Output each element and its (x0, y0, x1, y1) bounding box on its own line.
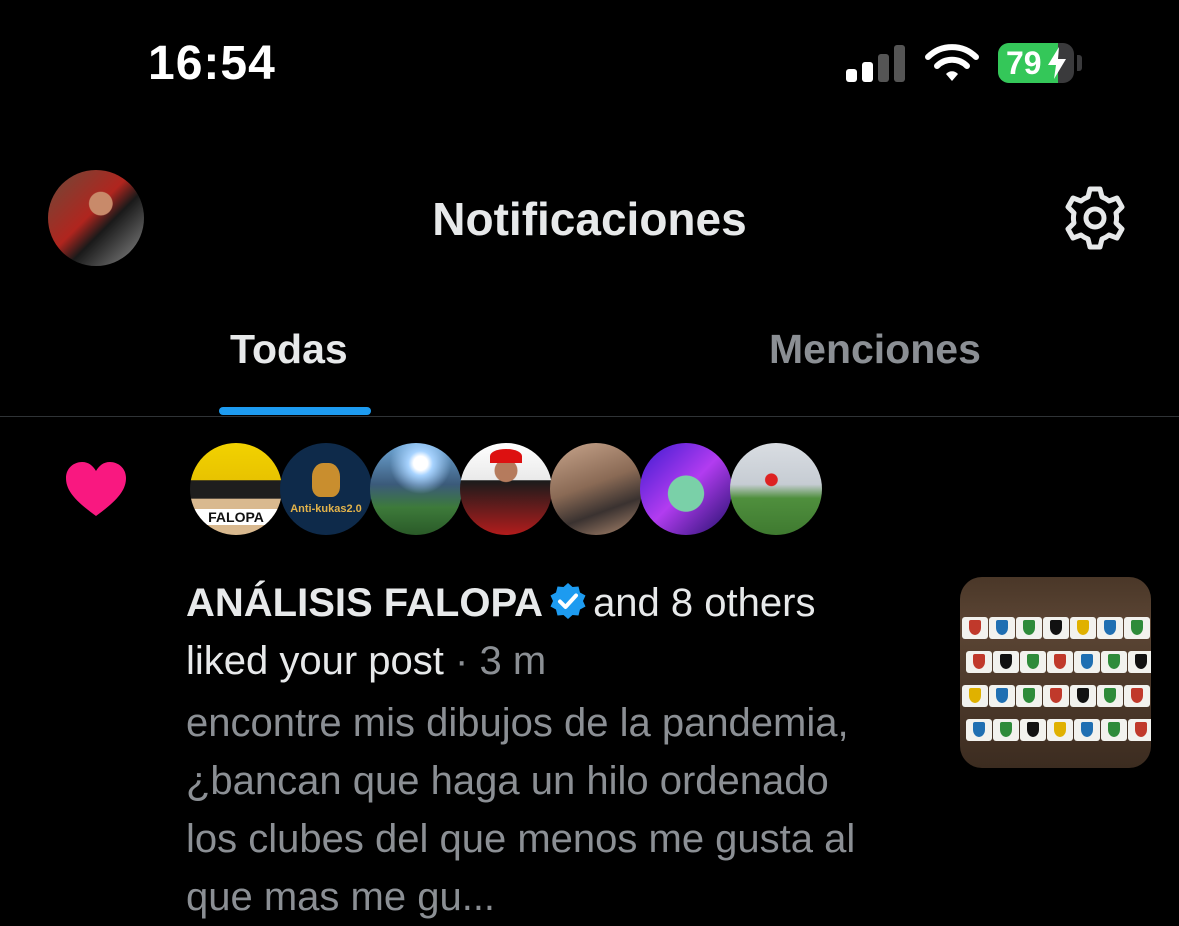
crest-tile (993, 719, 1019, 741)
battery-cap (1077, 55, 1082, 71)
crest-shape (1131, 620, 1143, 635)
crest-tile (1097, 685, 1123, 707)
status-time: 16:54 (148, 37, 276, 90)
page-title: Notificaciones (432, 193, 747, 245)
crest-shape (1050, 620, 1062, 635)
cellular-signal-icon (846, 44, 906, 82)
crest-shape (1027, 654, 1039, 669)
crest-tile (1074, 719, 1100, 741)
action-text: liked your post (186, 639, 444, 683)
crest-tile (962, 617, 988, 639)
tab-active-indicator (219, 407, 371, 415)
crest-shape (1023, 620, 1035, 635)
crest-tile (989, 617, 1015, 639)
actor-name[interactable]: ANÁLISIS FALOPA (186, 581, 543, 625)
heart-icon (66, 462, 126, 516)
crest-shape (1027, 722, 1039, 737)
others-text: and 8 others (593, 581, 816, 625)
crest-shape (1050, 688, 1062, 703)
battery-percent: 79 (1006, 45, 1042, 81)
crest-tile (966, 719, 992, 741)
crest-tile (1020, 651, 1046, 673)
charging-bolt-icon (1048, 47, 1066, 79)
crest-shape (1054, 654, 1066, 669)
crest-tile (1128, 651, 1151, 673)
crest-tile (1070, 617, 1096, 639)
crest-shape (1077, 688, 1089, 703)
gear-icon[interactable] (1062, 185, 1128, 251)
crest-tile (1124, 685, 1150, 707)
crest-shape (969, 620, 981, 635)
header-divider (0, 416, 1179, 417)
crest-tile (1047, 719, 1073, 741)
liker-avatar[interactable] (460, 443, 552, 535)
crest-shape (1108, 654, 1120, 669)
tab-menciones[interactable]: Menciones (769, 326, 981, 373)
crest-shape (1081, 722, 1093, 737)
crest-shape (1023, 688, 1035, 703)
wifi-icon (925, 44, 979, 81)
post-excerpt[interactable]: encontre mis dibujos de la pandemia, ¿ba… (186, 694, 886, 926)
crest-tile (1043, 685, 1069, 707)
crest-shape (1000, 654, 1012, 669)
avatar-label: FALOPA (190, 509, 282, 525)
crest-shape (1135, 654, 1147, 669)
crest-tile (1101, 651, 1127, 673)
timestamp: 3 m (479, 639, 547, 683)
crest-shape (1108, 722, 1120, 737)
notification-summary[interactable]: ANÁLISIS FALOPA and 8 others liked your … (186, 574, 946, 690)
crest-tile (989, 685, 1015, 707)
crest-shape (973, 654, 985, 669)
crest-tile (1101, 719, 1127, 741)
crest-tile (1047, 651, 1073, 673)
crest-shape (1131, 688, 1143, 703)
crest-shape (996, 620, 1008, 635)
tab-todas[interactable]: Todas (230, 326, 348, 373)
liker-avatar[interactable] (730, 443, 822, 535)
crest-tile (1128, 719, 1151, 741)
battery-indicator: 79 (998, 43, 1074, 83)
crest-tile (962, 685, 988, 707)
crest-tile (1016, 685, 1042, 707)
crest-tile (1020, 719, 1046, 741)
crest-shape (1104, 688, 1116, 703)
crest-shape (1077, 620, 1089, 635)
post-thumbnail[interactable] (960, 577, 1151, 768)
crest-shape (1081, 654, 1093, 669)
liker-avatar[interactable] (370, 443, 462, 535)
lion-logo (312, 463, 340, 497)
avatar-label: Anti-kukas2.0 (290, 503, 362, 515)
liker-avatar[interactable]: FALOPA (190, 443, 282, 535)
crest-shape (1104, 620, 1116, 635)
crest-tile (1016, 617, 1042, 639)
crest-shape (1000, 722, 1012, 737)
crest-tile (1124, 617, 1150, 639)
crest-shape (1054, 722, 1066, 737)
crest-tile (1097, 617, 1123, 639)
separator: · (455, 639, 469, 683)
liker-avatar[interactable] (640, 443, 732, 535)
crest-shape (973, 722, 985, 737)
crest-tile (1074, 651, 1100, 673)
crest-shape (1135, 722, 1147, 737)
crest-tile (993, 651, 1019, 673)
crest-shape (969, 688, 981, 703)
liker-avatar[interactable] (550, 443, 642, 535)
liker-avatar[interactable]: Anti-kukas2.0 (280, 443, 372, 535)
verified-badge-icon (550, 583, 586, 619)
santa-hat (490, 449, 522, 463)
crest-tile (1043, 617, 1069, 639)
crest-tile (966, 651, 992, 673)
crest-tile (1070, 685, 1096, 707)
crest-shape (996, 688, 1008, 703)
